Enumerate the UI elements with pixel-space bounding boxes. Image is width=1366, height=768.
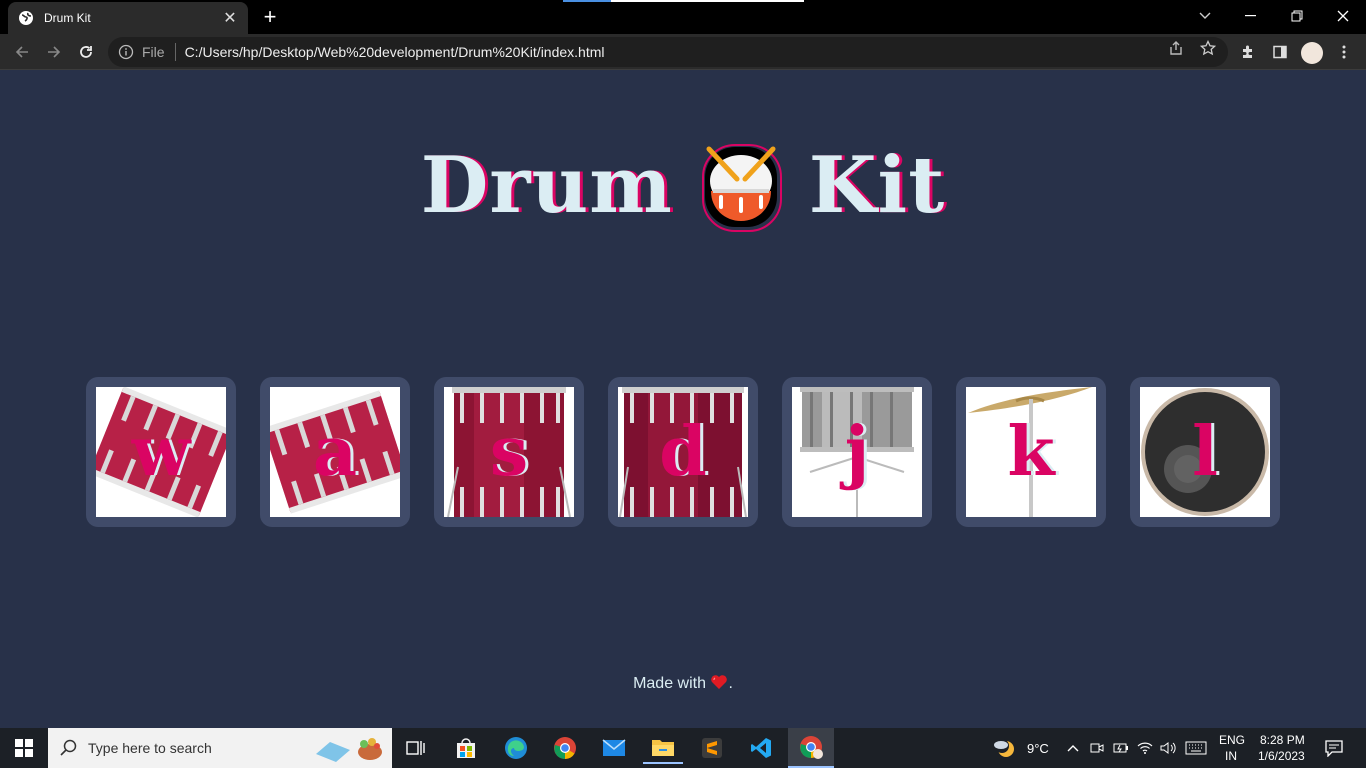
region-code[interactable]: IN <box>1225 748 1237 764</box>
extensions-icon[interactable] <box>1237 41 1259 63</box>
file-explorer-icon[interactable] <box>643 732 683 764</box>
close-window-button[interactable] <box>1320 0 1366 32</box>
tab-drum-kit[interactable]: Drum Kit ✕ <box>8 2 248 34</box>
search-icon <box>60 739 77 756</box>
search-highlight-icon <box>316 738 382 762</box>
windows-taskbar: Type here to search 9°C ENG IN 8:28 PM 1… <box>0 728 1366 768</box>
address-bar[interactable]: File C:/Users/hp/Desktop/Web%20developme… <box>108 37 1228 67</box>
browser-tab-strip: Drum Kit ✕ + <box>0 0 1366 34</box>
reload-button[interactable] <box>74 40 98 64</box>
battery-icon[interactable] <box>1110 732 1132 764</box>
sublime-text-icon[interactable] <box>692 732 732 764</box>
drum-key-label: a <box>312 412 358 492</box>
drum-key-label: d <box>659 412 707 492</box>
wifi-icon[interactable] <box>1134 732 1156 764</box>
drum-button-w[interactable]: w <box>86 377 236 527</box>
drum-button-l[interactable]: l <box>1130 377 1280 527</box>
tab-search-icon[interactable] <box>1182 0 1228 32</box>
start-button[interactable] <box>4 732 44 764</box>
vscode-icon[interactable] <box>741 732 781 764</box>
edge-icon[interactable] <box>496 732 536 764</box>
back-button[interactable] <box>10 40 34 64</box>
footer: Made with . <box>0 674 1366 693</box>
drum-button-d[interactable]: d <box>608 377 758 527</box>
clock-time[interactable]: 8:28 PM <box>1260 732 1305 748</box>
menu-icon[interactable] <box>1333 41 1355 63</box>
weather-icon[interactable] <box>988 732 1020 764</box>
drum-emoji-icon <box>701 144 782 232</box>
search-placeholder: Type here to search <box>88 740 212 756</box>
tab-title: Drum Kit <box>44 11 91 25</box>
scheme-label: File <box>142 44 165 60</box>
new-tab-button[interactable]: + <box>258 6 282 28</box>
heart-icon <box>711 675 728 689</box>
drum-key-label: s <box>489 412 529 492</box>
page-title: Drum Kit <box>0 130 1366 240</box>
drum-key-label: j <box>844 412 870 492</box>
drum-button-j[interactable]: j <box>782 377 932 527</box>
weather-temp[interactable]: 9°C <box>1027 741 1049 757</box>
title-word-right: Kit <box>808 139 946 231</box>
forward-button[interactable] <box>42 40 66 64</box>
footer-text: Made with <box>633 675 706 692</box>
drum-button-a[interactable]: a <box>260 377 410 527</box>
notifications-icon[interactable] <box>1318 732 1350 764</box>
chevron-up-icon[interactable] <box>1062 732 1084 764</box>
task-view-icon[interactable] <box>396 732 436 764</box>
clock-date[interactable]: 1/6/2023 <box>1258 748 1305 764</box>
drum-button-s[interactable]: s <box>434 377 584 527</box>
footer-suffix: . <box>728 675 733 692</box>
close-tab-icon[interactable]: ✕ <box>222 10 238 27</box>
info-icon[interactable] <box>118 44 134 60</box>
chrome-running-icon[interactable] <box>788 728 834 768</box>
language-code[interactable]: ENG <box>1219 732 1245 748</box>
taskbar-search-input[interactable]: Type here to search <box>48 728 392 768</box>
chrome-icon[interactable] <box>545 732 585 764</box>
drum-key-label: k <box>1007 412 1055 492</box>
drum-button-k[interactable]: k <box>956 377 1106 527</box>
bookmark-star-icon[interactable] <box>1197 37 1219 59</box>
restore-button[interactable] <box>1274 0 1320 32</box>
drum-key-label: w <box>131 412 191 492</box>
profile-avatar[interactable] <box>1301 42 1323 64</box>
title-word-left: Drum <box>420 139 673 231</box>
share-icon[interactable] <box>1165 37 1187 59</box>
globe-icon <box>19 11 33 25</box>
mail-icon[interactable] <box>594 732 634 764</box>
tab-strip-indicator <box>563 0 804 2</box>
minimize-button[interactable] <box>1228 0 1274 32</box>
keyboard-icon[interactable] <box>1182 732 1210 764</box>
browser-toolbar: File C:/Users/hp/Desktop/Web%20developme… <box>0 34 1366 70</box>
url-text[interactable]: C:/Users/hp/Desktop/Web%20development/Dr… <box>185 44 1228 60</box>
side-panel-icon[interactable] <box>1269 41 1291 63</box>
address-divider <box>174 43 176 61</box>
drum-set: w a s d j k l <box>86 377 1286 527</box>
meet-now-icon[interactable] <box>1087 732 1107 764</box>
volume-icon[interactable] <box>1157 732 1179 764</box>
drum-key-label: l <box>1192 412 1218 492</box>
page-content: Drum Kit w a s d j k l Made with . <box>0 70 1366 728</box>
microsoft-store-icon[interactable] <box>446 732 486 764</box>
